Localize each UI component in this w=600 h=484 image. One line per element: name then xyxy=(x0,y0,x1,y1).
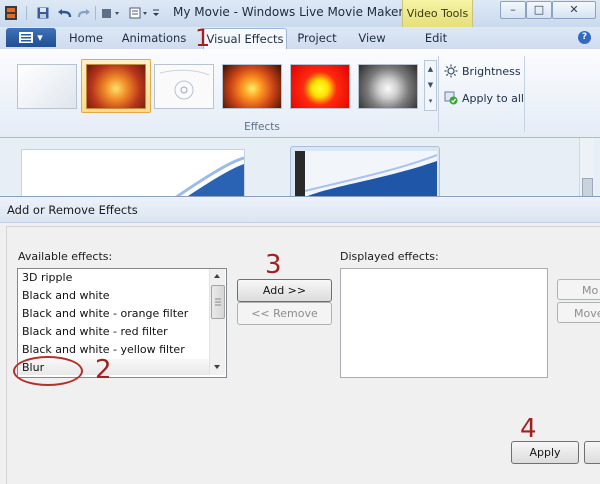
annotation-step-2: 2 xyxy=(95,355,112,385)
annotation-blur-highlight xyxy=(13,356,83,386)
displayed-effects-list[interactable] xyxy=(340,268,548,378)
brightness-icon xyxy=(444,64,458,78)
film-strip xyxy=(295,151,305,197)
available-effects-label: Available effects: xyxy=(18,250,113,263)
menu-icon xyxy=(19,32,34,43)
annotation-step-1: 1 xyxy=(195,24,211,52)
displayed-effects-label: Displayed effects: xyxy=(340,250,439,263)
move-up-button[interactable]: Mo xyxy=(557,279,600,300)
effect-thumb-posterize[interactable] xyxy=(290,64,350,109)
apply-to-all-icon xyxy=(444,91,458,105)
qa-separator xyxy=(26,6,27,20)
close-button[interactable]: ✕ xyxy=(552,1,596,19)
contextual-tab-group-video-tools: Video Tools xyxy=(402,0,473,27)
apply-to-all-button[interactable]: Apply to all xyxy=(444,90,524,106)
maximize-button[interactable]: □ xyxy=(526,1,552,19)
preview-image xyxy=(171,156,244,200)
list-item-bw-red-filter[interactable]: Black and white - red filter xyxy=(22,325,168,338)
effects-group-label: Effects xyxy=(244,121,280,133)
workspace-scroll-thumb[interactable] xyxy=(582,178,593,198)
add-button[interactable]: Add >> xyxy=(237,279,332,302)
list-item-3d-ripple[interactable]: 3D ripple xyxy=(22,271,72,284)
undo-icon[interactable] xyxy=(57,5,73,21)
annotation-step-4: 4 xyxy=(520,414,537,444)
list-scroll-down-icon[interactable] xyxy=(212,362,222,372)
move-down-button[interactable]: Move xyxy=(557,302,600,323)
gallery-up-arrow[interactable]: ▲ xyxy=(425,61,436,77)
help-icon[interactable]: ? xyxy=(578,31,591,44)
minimize-button[interactable]: – xyxy=(500,1,526,19)
file-menu-arrow: ▾ xyxy=(37,31,43,44)
gallery-down-arrow[interactable]: ▼ xyxy=(425,77,436,93)
save-icon[interactable] xyxy=(36,5,50,21)
ribbon-group-separator xyxy=(524,56,525,132)
app-icon[interactable] xyxy=(3,5,19,21)
remove-button[interactable]: << Remove xyxy=(237,302,332,325)
brightness-label: Brightness xyxy=(462,64,521,78)
edge-flower-icon xyxy=(159,69,210,100)
clip-thumbnail xyxy=(305,151,437,197)
effect-thumb-blur[interactable] xyxy=(86,64,146,109)
tab-animations[interactable]: Animations xyxy=(118,28,190,49)
apply-to-all-label: Apply to all xyxy=(462,91,524,105)
preview-pane xyxy=(21,149,245,201)
window-title: My Movie - Windows Live Movie Maker xyxy=(173,5,404,19)
list-item-black-and-white[interactable]: Black and white xyxy=(22,289,110,302)
workspace-scrollbar[interactable] xyxy=(579,138,594,198)
effect-thumb-edge[interactable] xyxy=(154,64,214,109)
dialog-title: Add or Remove Effects xyxy=(7,203,138,217)
list-scroll-up-icon[interactable] xyxy=(212,271,222,281)
cancel-button-partial[interactable] xyxy=(584,441,600,464)
tab-home[interactable]: Home xyxy=(60,28,112,49)
list-item-bw-orange-filter[interactable]: Black and white - orange filter xyxy=(22,307,188,320)
file-menu-button[interactable]: ▾ xyxy=(6,28,56,47)
export-icon[interactable] xyxy=(100,5,122,21)
gallery-more-arrow[interactable]: ▾ xyxy=(425,93,436,109)
tab-edit[interactable]: Edit xyxy=(416,28,456,49)
apply-button[interactable]: Apply xyxy=(511,441,579,464)
qa-separator xyxy=(95,6,96,20)
customize-dropdown-icon[interactable] xyxy=(151,5,161,21)
brightness-button[interactable]: Brightness xyxy=(444,63,521,79)
effect-thumb-black-and-white[interactable] xyxy=(358,64,418,109)
tab-view[interactable]: View xyxy=(352,28,392,49)
storyboard-clip[interactable] xyxy=(290,146,440,200)
gallery-scrollbar[interactable]: ▲ ▼ ▾ xyxy=(424,60,437,111)
redo-icon[interactable] xyxy=(77,5,91,21)
tab-project[interactable]: Project xyxy=(292,28,342,49)
effect-thumb-none[interactable] xyxy=(17,64,77,109)
list-scroll-thumb[interactable] xyxy=(211,285,225,319)
effect-thumb-warm[interactable] xyxy=(222,64,282,109)
properties-icon[interactable] xyxy=(128,5,150,21)
tab-visual-effects[interactable]: Visual Effects xyxy=(203,28,287,50)
annotation-step-3: 3 xyxy=(265,250,282,280)
